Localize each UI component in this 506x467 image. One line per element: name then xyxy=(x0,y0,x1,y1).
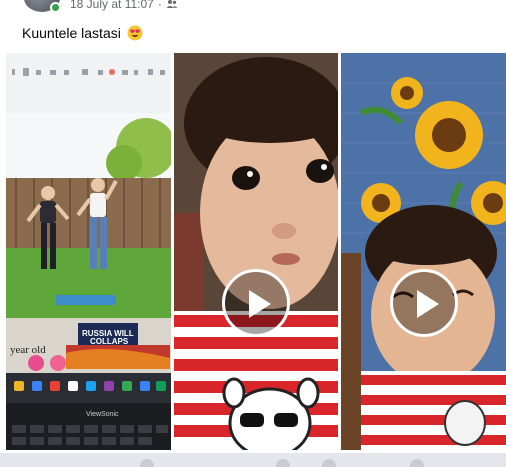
media-tile-video-2[interactable] xyxy=(341,53,506,450)
post-meta: 18 July at 11:07 · xyxy=(70,0,178,11)
overlay-text-year-old: year old xyxy=(10,344,46,356)
toolbar-glyph-icon xyxy=(140,459,154,467)
post-header: 18 July at 11:07 · xyxy=(0,0,506,14)
online-status-dot xyxy=(50,2,61,13)
media-tile-photo[interactable]: year old RUSSIA WILL COLLAPS ViewSonic xyxy=(6,53,171,450)
caption-text: Kuuntele lastasi xyxy=(22,25,121,41)
friends-icon[interactable] xyxy=(166,0,178,9)
monitor-photo-image: year old RUSSIA WILL COLLAPS ViewSonic xyxy=(6,53,171,450)
overlay-text-headline-2: COLLAPS xyxy=(90,337,129,346)
toolbar-glyph-icon xyxy=(410,459,424,467)
play-icon xyxy=(417,290,439,318)
heart-eyes-emoji-icon xyxy=(127,25,143,41)
bottom-toolbar-strip xyxy=(0,453,506,467)
video-thumbnail-2 xyxy=(341,53,506,450)
monitor-brand-label: ViewSonic xyxy=(86,411,119,418)
post-timestamp[interactable]: 18 July at 11:07 xyxy=(70,0,154,11)
video-thumbnail-1 xyxy=(174,53,338,450)
media-grid: year old RUSSIA WILL COLLAPS ViewSonic xyxy=(6,53,506,450)
play-button[interactable] xyxy=(222,269,290,337)
media-tile-video-1[interactable] xyxy=(174,53,338,450)
toolbar-glyph-icon xyxy=(276,459,290,467)
play-button[interactable] xyxy=(390,269,458,337)
post-caption: Kuuntele lastasi xyxy=(22,24,143,42)
toolbar-glyph-icon xyxy=(322,459,336,467)
play-icon xyxy=(249,290,271,318)
meta-separator: · xyxy=(157,0,162,11)
